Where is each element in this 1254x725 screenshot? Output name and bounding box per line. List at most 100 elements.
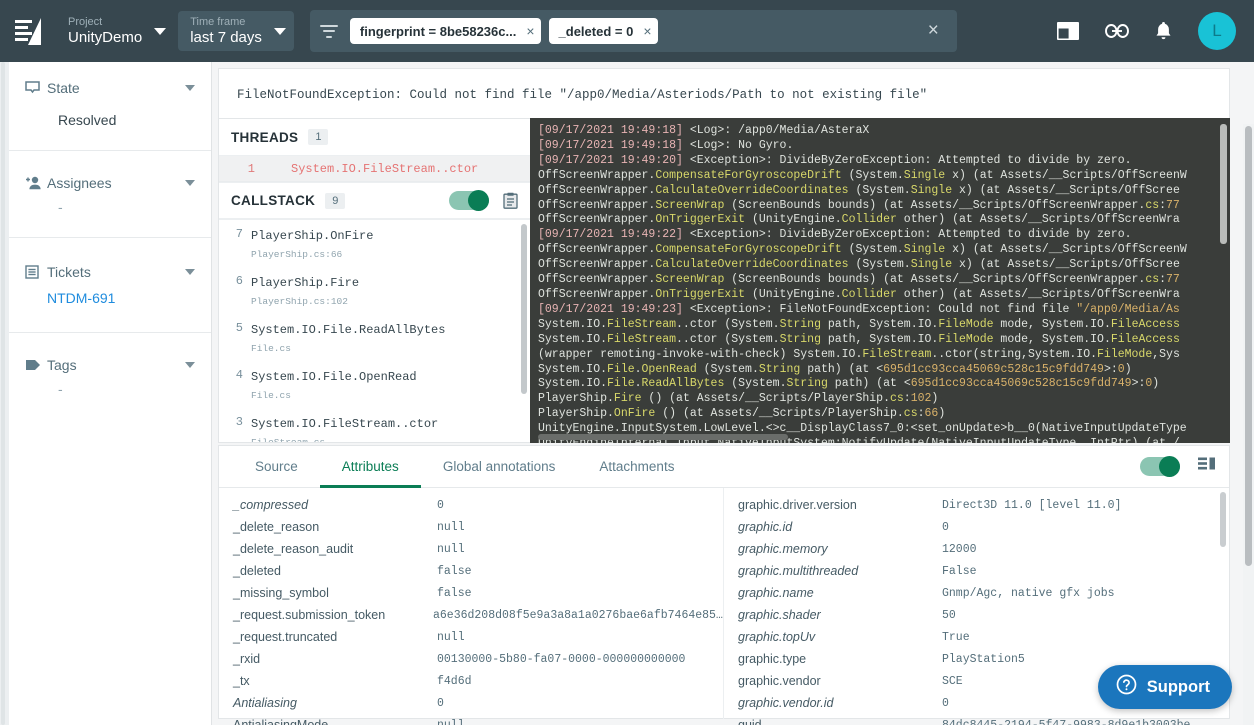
callstack-frame[interactable]: 5System.IO.File.ReadAllBytesFile.cs bbox=[219, 314, 530, 361]
close-icon[interactable]: × bbox=[643, 23, 651, 39]
console-horizontal-scrollbar[interactable] bbox=[538, 434, 788, 440]
attribute-key: graphic.shader bbox=[738, 608, 942, 622]
callstack-frame-file: FileStream.cs bbox=[251, 437, 325, 442]
callstack-frame[interactable]: 7PlayerShip.OnFirePlayerShip.cs:66 bbox=[219, 220, 530, 267]
layout-icon[interactable] bbox=[1057, 22, 1079, 40]
filter-icon[interactable] bbox=[320, 25, 338, 38]
attribute-row[interactable]: _delete_reasonnull bbox=[219, 516, 723, 538]
attributes-scrollbar[interactable] bbox=[1220, 492, 1226, 547]
attribute-row[interactable]: graphic.id0 bbox=[724, 516, 1229, 538]
bell-icon[interactable] bbox=[1155, 21, 1172, 41]
chevron-down-icon[interactable] bbox=[185, 180, 195, 186]
attribute-key: _deleted bbox=[233, 564, 437, 578]
debug-row: THREADS 1 1 System.IO.FileStream..ctor C… bbox=[218, 118, 1230, 443]
sidebar-section-assignees: Assignees - bbox=[9, 151, 211, 238]
filter-bar: fingerprint = 8be58236c... × _deleted = … bbox=[310, 10, 957, 52]
attribute-row[interactable]: graphic.nameGnmp/Agc, native gfx jobs bbox=[724, 582, 1229, 604]
attribute-row[interactable]: _request.submission_tokena6e36d208d08f5e… bbox=[219, 604, 723, 626]
callstack-scrollbar[interactable] bbox=[521, 224, 527, 394]
log-line: [09/17/2021 19:49:18] <Log>: No Gyro. bbox=[538, 139, 1230, 154]
attribute-value: False bbox=[942, 565, 977, 578]
attribute-key: graphic.vendor.id bbox=[738, 696, 942, 710]
sidebar-section-title: Assignees bbox=[47, 175, 112, 191]
avatar[interactable]: L bbox=[1198, 12, 1236, 50]
filter-chip-fingerprint[interactable]: fingerprint = 8be58236c... × bbox=[350, 18, 541, 44]
clipboard-icon[interactable] bbox=[503, 192, 518, 209]
attribute-row[interactable]: _txf4d6d bbox=[219, 670, 723, 692]
sidebar-section-tickets: Tickets NTDM-691 bbox=[9, 238, 211, 333]
attribute-key: AntialiasingMode bbox=[233, 718, 437, 725]
thread-index: 1 bbox=[219, 162, 255, 176]
thread-row[interactable]: 1 System.IO.FileStream..ctor bbox=[219, 156, 530, 182]
log-console-text: [09/17/2021 19:49:18] <Log>: /app0/Media… bbox=[530, 118, 1230, 443]
attribute-row[interactable]: _deletedfalse bbox=[219, 560, 723, 582]
attribute-row[interactable]: graphic.topUvTrue bbox=[724, 626, 1229, 648]
attribute-row[interactable]: _delete_reason_auditnull bbox=[219, 538, 723, 560]
sidebar-section-title: Tags bbox=[47, 357, 77, 373]
timeframe-label: Time frame bbox=[190, 16, 262, 28]
callstack-frame[interactable]: 4System.IO.File.OpenReadFile.cs bbox=[219, 361, 530, 408]
attribute-value: 0 bbox=[942, 521, 949, 534]
filter-chip-label: _deleted = 0 bbox=[559, 24, 634, 39]
attribute-row[interactable]: _missing_symbolfalse bbox=[219, 582, 723, 604]
attribute-row[interactable]: _request.truncatednull bbox=[219, 626, 723, 648]
sidebar-ticket-link[interactable]: NTDM-691 bbox=[25, 290, 195, 306]
list-view-icon[interactable] bbox=[1198, 457, 1215, 477]
attribute-key: graphic.multithreaded bbox=[738, 564, 942, 578]
log-line: System.IO.FileStream..ctor (System.Strin… bbox=[538, 318, 1230, 333]
sidebar-section-title: Tickets bbox=[47, 264, 91, 280]
attribute-row[interactable]: AntialiasingModenull bbox=[219, 714, 723, 725]
callstack-list[interactable]: 7PlayerShip.OnFirePlayerShip.cs:666Playe… bbox=[219, 219, 530, 442]
left-scroll-gutter[interactable] bbox=[0, 62, 9, 725]
attribute-row[interactable]: _compressed0 bbox=[219, 494, 723, 516]
console-vertical-scrollbar[interactable] bbox=[1220, 124, 1227, 244]
app-logo[interactable] bbox=[0, 0, 56, 62]
filter-chip-deleted[interactable]: _deleted = 0 × bbox=[549, 18, 658, 44]
project-selector[interactable]: Project UnityDemo bbox=[56, 11, 174, 52]
callstack-frame[interactable]: 6PlayerShip.FirePlayerShip.cs:102 bbox=[219, 267, 530, 314]
attribute-row[interactable]: _rxid00130000-5b80-fa07-0000-00000000000… bbox=[219, 648, 723, 670]
attribute-key: Antialiasing bbox=[233, 696, 437, 710]
attribute-row[interactable]: graphic.shader50 bbox=[724, 604, 1229, 626]
chevron-down-icon bbox=[154, 28, 166, 35]
log-console[interactable]: [09/17/2021 19:49:18] <Log>: /app0/Media… bbox=[530, 118, 1230, 443]
sidebar-value-assignees: - bbox=[25, 199, 195, 215]
backtrace-logo-icon bbox=[15, 18, 41, 45]
callstack-frame-number: 3 bbox=[227, 414, 243, 442]
attribute-row[interactable]: graphic.driver.versionDirect3D 11.0 [lev… bbox=[724, 494, 1229, 516]
close-icon[interactable]: × bbox=[526, 23, 534, 39]
attribute-row[interactable]: guid84dc8445-2194-5f47-9983-8d9e1b3003be bbox=[724, 714, 1229, 725]
attribute-value: null bbox=[437, 631, 465, 644]
thread-name: System.IO.FileStream..ctor bbox=[291, 162, 478, 176]
question-circle-icon bbox=[1116, 674, 1137, 700]
attribute-value: 00130000-5b80-fa07-0000-000000000000 bbox=[437, 653, 685, 666]
chevron-down-icon[interactable] bbox=[185, 269, 195, 275]
link-icon[interactable] bbox=[1105, 24, 1129, 38]
attribute-row[interactable]: graphic.multithreadedFalse bbox=[724, 560, 1229, 582]
attribute-row[interactable]: Antialiasing0 bbox=[219, 692, 723, 714]
attribute-value: null bbox=[437, 521, 465, 534]
tab-source[interactable]: Source bbox=[233, 446, 320, 488]
callstack-frame-number: 7 bbox=[227, 226, 243, 262]
attributes-toggle[interactable] bbox=[1140, 457, 1180, 476]
chevron-down-icon[interactable] bbox=[185, 362, 195, 368]
log-line: OffScreenWrapper.CalculateOverrideCoordi… bbox=[538, 184, 1230, 199]
attribute-row[interactable]: graphic.memory12000 bbox=[724, 538, 1229, 560]
tab-attributes[interactable]: Attributes bbox=[320, 446, 421, 488]
clear-all-filters-button[interactable]: × bbox=[920, 20, 947, 42]
chevron-down-icon[interactable] bbox=[185, 85, 195, 91]
tab-attachments[interactable]: Attachments bbox=[577, 446, 696, 488]
log-line: [09/17/2021 19:49:22] <Exception>: Divid… bbox=[538, 228, 1230, 243]
callstack-frame-number: 4 bbox=[227, 367, 243, 403]
support-button[interactable]: Support bbox=[1098, 665, 1232, 709]
tab-global-annotations[interactable]: Global annotations bbox=[421, 446, 578, 488]
project-value: UnityDemo bbox=[68, 30, 142, 47]
callstack-frame[interactable]: 3System.IO.FileStream..ctorFileStream.cs bbox=[219, 408, 530, 442]
page-scrollbar-thumb[interactable] bbox=[1245, 126, 1252, 566]
attribute-key: _request.truncated bbox=[233, 630, 437, 644]
timeframe-selector[interactable]: Time frame last 7 days bbox=[178, 11, 294, 52]
log-line: OffScreenWrapper.CalculateOverrideCoordi… bbox=[538, 258, 1230, 273]
sidebar-section-tags: Tags - bbox=[9, 333, 211, 419]
attribute-key: _rxid bbox=[233, 652, 437, 666]
callstack-toggle[interactable] bbox=[449, 191, 489, 210]
